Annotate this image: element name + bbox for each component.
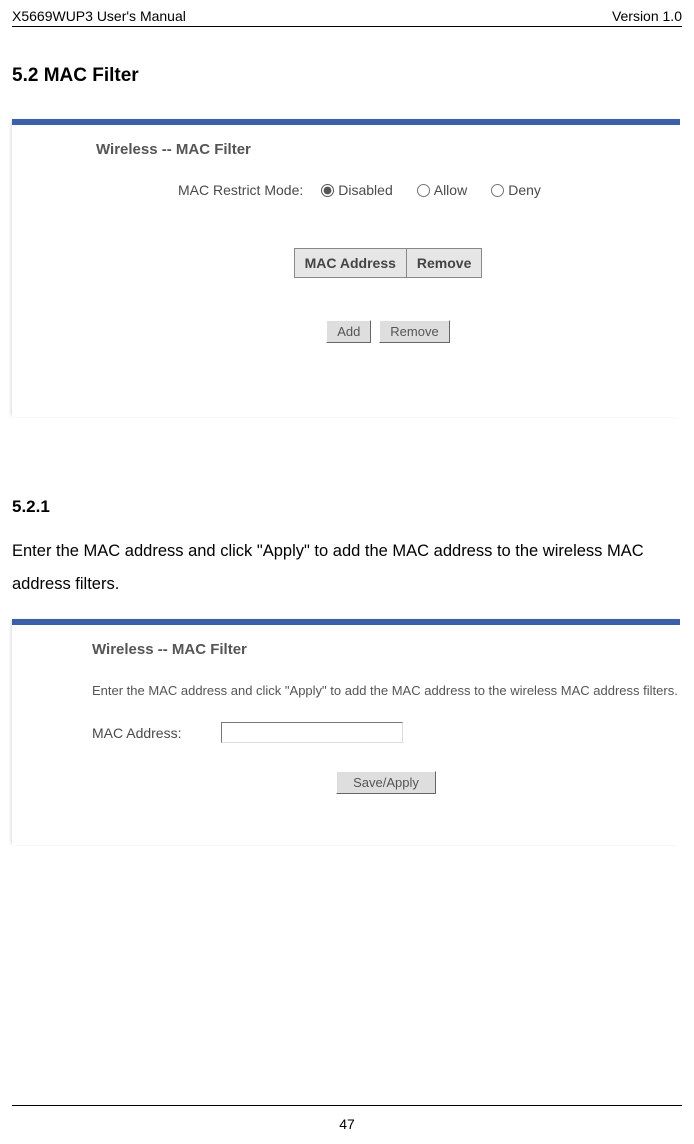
remove-button[interactable]: Remove [379, 320, 449, 343]
save-apply-button[interactable]: Save/Apply [336, 771, 436, 794]
header-right: Version 1.0 [612, 8, 682, 24]
radio-deny[interactable] [491, 184, 504, 197]
radio-deny-label: Deny [508, 182, 541, 198]
mac-address-label: MAC Address: [92, 725, 181, 741]
subsection-title: 5.2.1 [12, 497, 682, 517]
section-title: 5.2 MAC Filter [12, 65, 682, 87]
radio-disabled[interactable] [321, 184, 334, 197]
header-left: X5669WUP3 User's Manual [12, 8, 186, 24]
screenshot-mac-filter-list: Wireless -- MAC Filter MAC Restrict Mode… [12, 119, 680, 417]
screenshot-mac-filter-add: Wireless -- MAC Filter Enter the MAC add… [12, 619, 680, 845]
body-paragraph: Enter the MAC address and click "Apply" … [12, 535, 682, 601]
mac-address-input[interactable] [221, 722, 403, 743]
radio-disabled-label: Disabled [338, 182, 392, 198]
panel-title: Wireless -- MAC Filter [96, 141, 680, 158]
mac-table: MAC Address Remove [294, 248, 483, 278]
radio-allow-label: Allow [434, 182, 467, 198]
col-mac-address: MAC Address [294, 249, 406, 278]
page-number: 47 [0, 1116, 694, 1132]
radio-allow[interactable] [417, 184, 430, 197]
add-button[interactable]: Add [326, 320, 371, 343]
panel-description: Enter the MAC address and click "Apply" … [92, 682, 680, 700]
panel-title-2: Wireless -- MAC Filter [92, 641, 680, 658]
col-remove: Remove [406, 249, 481, 278]
restrict-mode-label: MAC Restrict Mode: [178, 182, 303, 198]
divider-bottom [12, 1105, 682, 1106]
divider-top [12, 26, 682, 27]
